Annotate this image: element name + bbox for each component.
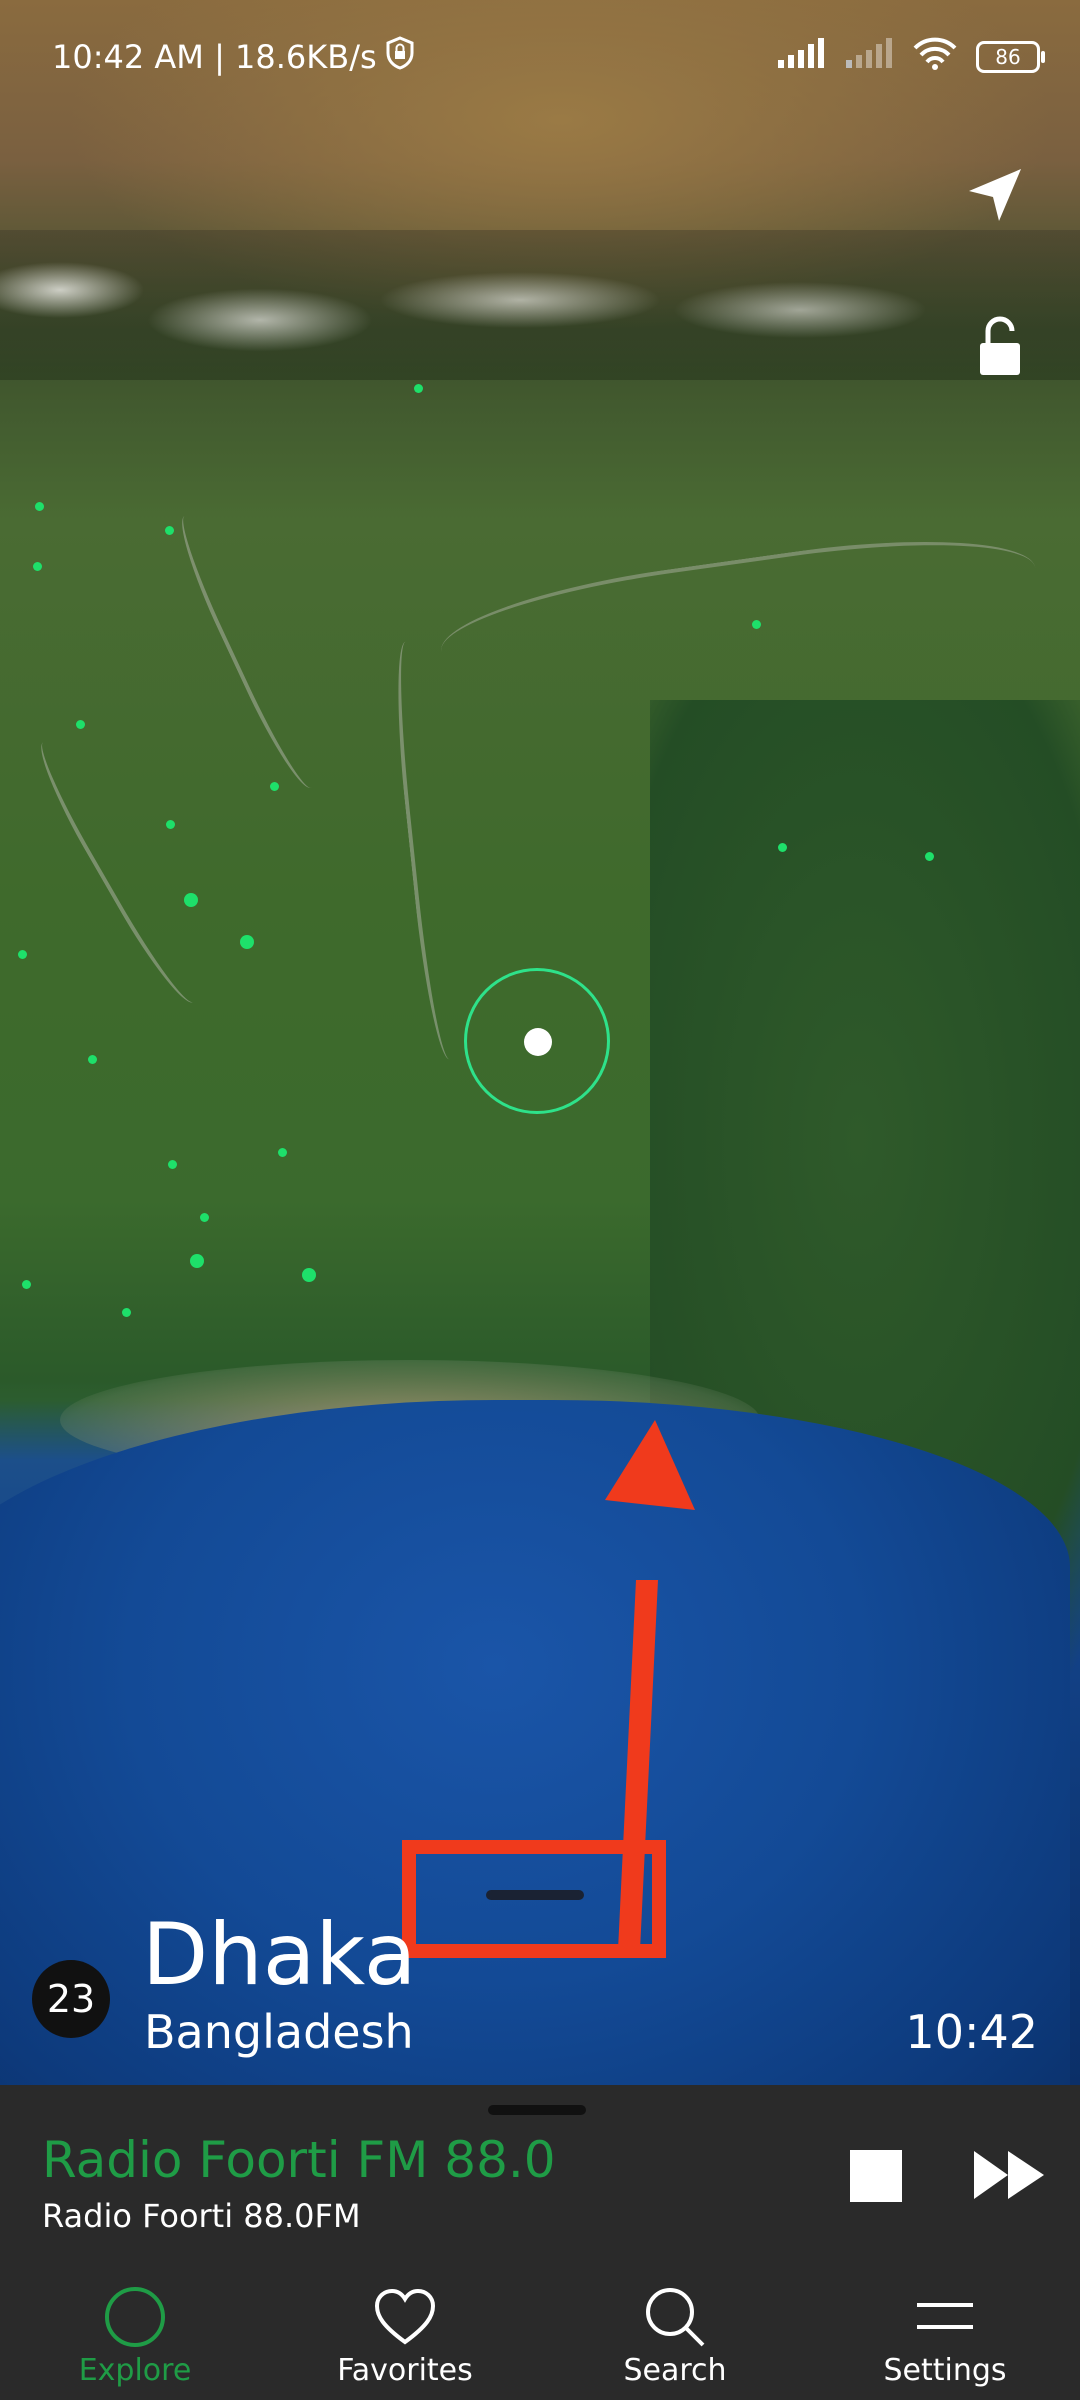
signal-icon <box>776 38 826 76</box>
station-marker[interactable] <box>22 1280 31 1289</box>
river <box>434 518 1046 726</box>
menu-icon <box>913 2285 977 2349</box>
station-count-badge: 23 <box>32 1960 110 2038</box>
station-marker[interactable] <box>35 502 44 511</box>
vpn-shield-icon <box>385 36 415 78</box>
station-name[interactable]: Radio Foorti FM 88.0 <box>42 2131 556 2189</box>
nav-label: Explore <box>78 2353 192 2388</box>
himalaya-terrain <box>0 230 1080 380</box>
station-marker[interactable] <box>200 1213 209 1222</box>
station-marker[interactable] <box>33 562 42 571</box>
nav-label: Favorites <box>337 2353 473 2388</box>
station-marker[interactable] <box>270 782 279 791</box>
heart-icon <box>373 2285 437 2349</box>
station-marker[interactable] <box>240 935 254 949</box>
satellite-map[interactable] <box>0 0 1080 2085</box>
battery-icon: 86 <box>976 41 1045 73</box>
fast-forward-icon[interactable] <box>970 2145 1050 2209</box>
station-marker[interactable] <box>414 384 423 393</box>
circle-icon <box>103 2285 167 2349</box>
annotation-arrow <box>605 1420 695 1950</box>
bottom-navigation: Explore Favorites Search Settings <box>0 2250 1080 2400</box>
country-name: Bangladesh <box>144 2005 414 2059</box>
local-time: 10:42 <box>905 2005 1038 2059</box>
navigation-arrow-icon[interactable] <box>965 165 1025 229</box>
station-marker[interactable] <box>168 1160 177 1169</box>
selected-location-dot <box>524 1028 552 1056</box>
signal-weak-icon <box>844 38 894 76</box>
station-marker[interactable] <box>18 950 27 959</box>
stop-icon[interactable] <box>850 2150 902 2202</box>
station-marker[interactable] <box>76 720 85 729</box>
river <box>27 729 217 1011</box>
nav-favorites[interactable]: Favorites <box>270 2250 540 2400</box>
wifi-icon <box>912 36 958 78</box>
status-bar: 10:42 AM | 18.6KB/s 86 <box>0 0 1080 110</box>
station-marker[interactable] <box>184 893 198 907</box>
nav-settings[interactable]: Settings <box>810 2250 1080 2400</box>
player-drag-handle[interactable] <box>488 2105 586 2115</box>
nav-label: Search <box>623 2353 727 2388</box>
nav-search[interactable]: Search <box>540 2250 810 2400</box>
now-playing: Radio Foorti 88.0FM <box>42 2197 361 2235</box>
station-marker[interactable] <box>925 852 934 861</box>
nav-label: Settings <box>883 2353 1007 2388</box>
river <box>388 638 476 1062</box>
station-marker[interactable] <box>166 820 175 829</box>
status-time-speed: 10:42 AM | 18.6KB/s <box>52 38 377 76</box>
station-marker[interactable] <box>302 1268 316 1282</box>
city-name: Dhaka <box>142 1905 417 2005</box>
station-marker[interactable] <box>165 526 174 535</box>
station-marker[interactable] <box>190 1254 204 1268</box>
station-marker[interactable] <box>122 1308 131 1317</box>
station-marker[interactable] <box>88 1055 97 1064</box>
station-marker[interactable] <box>752 620 761 629</box>
station-marker[interactable] <box>278 1148 287 1157</box>
river <box>168 504 336 796</box>
search-icon <box>643 2285 707 2349</box>
nav-explore[interactable]: Explore <box>0 2250 270 2400</box>
station-marker[interactable] <box>778 843 787 852</box>
unlock-icon[interactable] <box>978 315 1022 381</box>
mini-player[interactable]: Radio Foorti FM 88.0 Radio Foorti 88.0FM <box>0 2085 1080 2250</box>
